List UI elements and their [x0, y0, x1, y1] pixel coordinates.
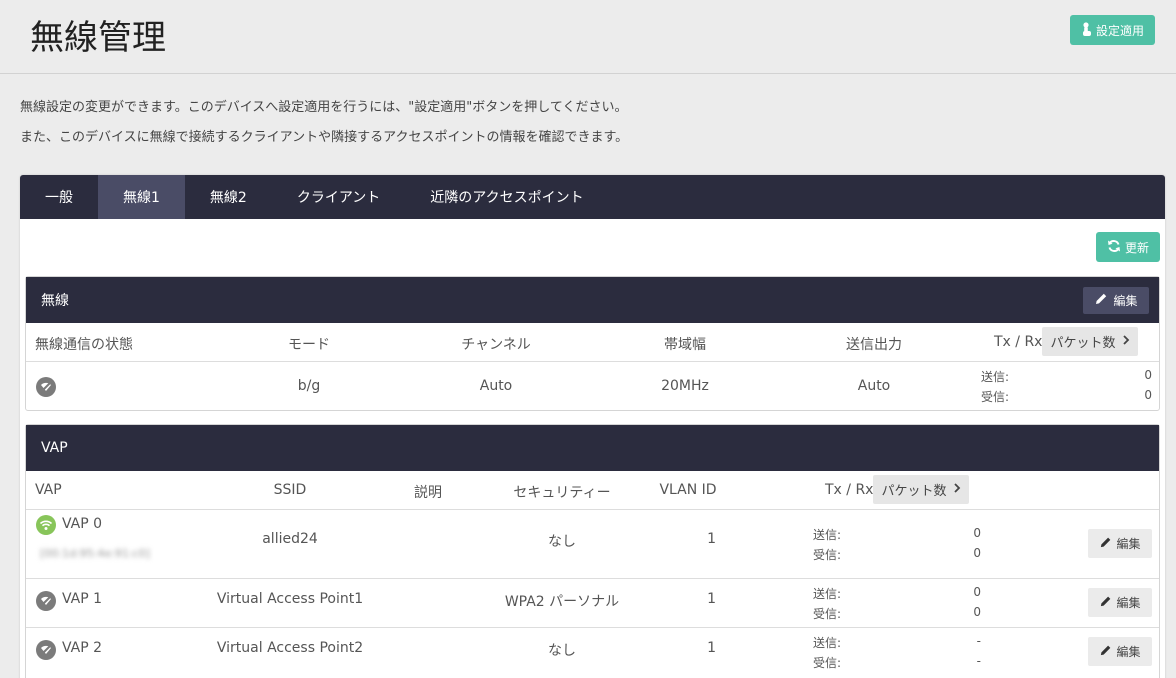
vap-panel: VAP VAP SSID 説明 セキュリティー VLAN ID Tx / Rx …	[25, 424, 1160, 678]
vap-edit-label: 編集	[1116, 596, 1141, 610]
vap-ssid: allied24	[262, 531, 318, 547]
chevron-right-icon	[1122, 334, 1130, 349]
vap-send-label: 送信:	[813, 636, 842, 650]
radio-packets-label: パケット数	[1050, 336, 1116, 351]
hand-pointer-icon	[1081, 21, 1093, 39]
vap-recv-value: -	[976, 654, 981, 668]
vap-security: WPA2 パーソナル	[504, 594, 620, 610]
vap-vlan: 1	[707, 531, 716, 547]
radio-bandwidth-value: 20MHz	[661, 378, 709, 394]
vap-edit-label: 編集	[1116, 645, 1141, 659]
tab-clients[interactable]: クライアント	[272, 175, 405, 219]
radio-mode-value: b/g	[297, 378, 321, 394]
vap-send-value: 0	[973, 526, 981, 540]
page-title: 無線管理	[30, 18, 166, 58]
apply-settings-label: 設定適用	[1095, 23, 1144, 38]
vap-name: VAP 0	[62, 516, 103, 532]
vap-panel-header: VAP	[26, 425, 1159, 471]
radio-edit-button[interactable]: 編集	[1083, 287, 1149, 314]
page-header: 無線管理 設定適用	[0, 0, 1176, 74]
col-vap: VAP	[35, 482, 62, 498]
col-txrx: Tx / Rx	[994, 334, 1043, 350]
vap-recv-label: 受信:	[813, 656, 842, 670]
vap-recv-label: 受信:	[813, 548, 842, 562]
vap-recv-value: 0	[973, 605, 981, 619]
col-desc: 説明	[414, 485, 442, 501]
description-line-2: また、このデバイスに無線で接続するクライアントや隣接するアクセスポイントの情報を…	[20, 130, 629, 145]
pencil-icon	[1094, 292, 1108, 309]
radio-table: 無線通信の状態 モード チャンネル 帯域幅 送信出力 Tx / Rx パケット数…	[26, 323, 1159, 411]
pencil-icon	[1099, 536, 1112, 552]
vap-recv-value: 0	[973, 546, 981, 560]
radio-edit-label: 編集	[1113, 294, 1138, 308]
col-channel: チャンネル	[461, 337, 531, 353]
col-security: セキュリティー	[513, 485, 611, 501]
vap-name: VAP 1	[62, 591, 103, 607]
col-bandwidth: 帯域幅	[664, 337, 706, 353]
vap-vlan: 1	[707, 640, 716, 656]
radio-recv-label: 受信:	[981, 390, 1010, 404]
refresh-button[interactable]: 更新	[1096, 232, 1160, 262]
vap-security: なし	[548, 534, 576, 550]
refresh-label: 更新	[1124, 240, 1149, 255]
refresh-icon	[1107, 239, 1121, 256]
vap-send-label: 送信:	[813, 528, 842, 542]
vap-ssid: Virtual Access Point1	[216, 591, 364, 607]
tab-radio1[interactable]: 無線1	[98, 175, 185, 219]
wifi-on-icon	[36, 515, 56, 535]
vap-send-value: 0	[973, 585, 981, 599]
tab-radio2[interactable]: 無線2	[185, 175, 272, 219]
vap-send-value: -	[976, 634, 981, 648]
chevron-right-icon	[953, 482, 961, 497]
divider	[26, 361, 1159, 362]
vap-row: VAP 2 Virtual Access Point2 なし 1 送信: - 受…	[26, 628, 1159, 676]
wireless-tabs-card: 一般 無線1 無線2 クライアント 近隣のアクセスポイント 更新 無線 編集 無…	[20, 175, 1165, 678]
tab-bar: 一般 無線1 無線2 クライアント 近隣のアクセスポイント	[20, 175, 1165, 219]
vap-mac: [00:1d:95:4e:91:c0]	[40, 547, 150, 560]
radio-recv-value: 0	[1144, 388, 1152, 402]
radio-channel-value: Auto	[479, 378, 513, 394]
vap-edit-button[interactable]: 編集	[1088, 637, 1152, 666]
tab-general[interactable]: 一般	[20, 175, 98, 219]
vap-edit-label: 編集	[1116, 537, 1141, 551]
vap-packets-label: パケット数	[881, 484, 947, 499]
col-mode: モード	[288, 337, 330, 353]
radio-send-label: 送信:	[981, 370, 1010, 384]
vap-table: VAP SSID 説明 セキュリティー VLAN ID Tx / Rx パケット…	[26, 471, 1159, 678]
vap-security: なし	[548, 643, 576, 659]
vap-ssid: Virtual Access Point2	[216, 640, 364, 656]
vap-packets-button[interactable]: パケット数	[873, 475, 969, 504]
vap-send-label: 送信:	[813, 587, 842, 601]
vap-row: VAP 1 Virtual Access Point1 WPA2 パーソナル 1…	[26, 579, 1159, 627]
apply-settings-button[interactable]: 設定適用	[1070, 15, 1155, 45]
col-vap-txrx: Tx / Rx	[825, 482, 874, 498]
vap-vlan: 1	[707, 591, 716, 607]
radio-panel-title: 無線	[41, 293, 69, 309]
col-status: 無線通信の状態	[35, 337, 133, 353]
vap-panel-title: VAP	[41, 440, 68, 456]
vap-edit-button[interactable]: 編集	[1088, 588, 1152, 617]
wifi-off-icon	[36, 640, 56, 660]
radio-send-value: 0	[1144, 368, 1152, 382]
description-line-1: 無線設定の変更ができます。このデバイスへ設定適用を行うには、"設定適用"ボタンを…	[20, 100, 628, 115]
wifi-off-icon	[36, 377, 56, 397]
col-tx-power: 送信出力	[846, 337, 902, 353]
vap-recv-label: 受信:	[813, 607, 842, 621]
wifi-off-icon	[36, 591, 56, 611]
vap-edit-button[interactable]: 編集	[1088, 529, 1152, 558]
vap-row: VAP 0 [00:1d:95:4e:91:c0] allied24 なし 1 …	[26, 510, 1159, 578]
vap-name: VAP 2	[62, 640, 103, 656]
pencil-icon	[1099, 644, 1112, 660]
col-vlan: VLAN ID	[659, 482, 717, 498]
radio-panel: 無線 編集 無線通信の状態 モード チャンネル 帯域幅 送信出力 Tx / Rx…	[25, 276, 1160, 411]
radio-panel-header: 無線 編集	[26, 277, 1159, 323]
pencil-icon	[1099, 595, 1112, 611]
radio-tx-power-value: Auto	[857, 378, 891, 394]
col-ssid: SSID	[273, 482, 307, 498]
radio-packets-button[interactable]: パケット数	[1042, 327, 1138, 356]
tab-neighbor-aps[interactable]: 近隣のアクセスポイント	[405, 175, 608, 219]
